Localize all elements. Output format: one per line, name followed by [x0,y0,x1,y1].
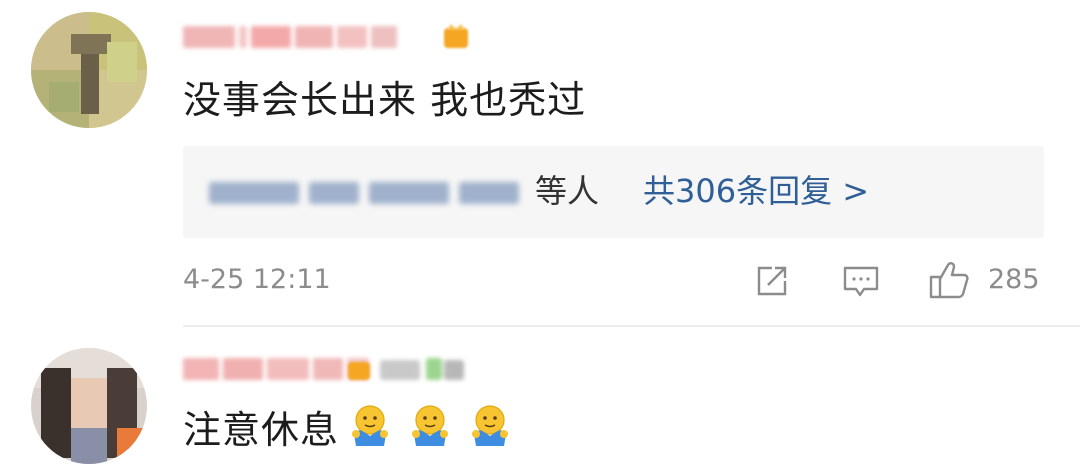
vip-badge-icon [442,22,470,50]
vip-badge-icon [346,356,372,382]
divider [183,325,1080,327]
comment-text: 注意休息 [183,408,340,452]
hug-emoji-icon [466,402,514,450]
avatar[interactable] [31,12,147,128]
username[interactable] [183,354,369,384]
thumbs-up-icon[interactable] [928,259,970,301]
level-badge-icon [380,354,464,384]
avatar[interactable] [31,348,147,464]
reply-usernames-blurred [209,180,529,206]
comment-text: 没事会长出来 我也秃过 [183,78,587,122]
hug-emoji-icon [346,402,394,450]
reply-summary[interactable]: 等人 共306条回复 > [183,146,1044,238]
reply-users-suffix: 等人 [535,172,600,210]
timestamp: 4-25 12:11 [183,264,331,295]
share-arrow-icon[interactable] [754,263,790,299]
username[interactable] [183,22,397,52]
like-count: 285 [988,264,1040,295]
view-replies-link[interactable]: 共306条回复 > [643,168,869,214]
comment-bubble-icon[interactable] [842,265,880,299]
hug-emoji-icon [406,402,454,450]
